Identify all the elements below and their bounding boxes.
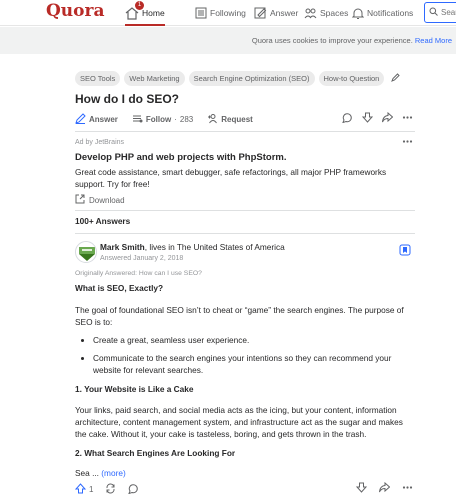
people-icon: [304, 7, 317, 19]
upvote-button[interactable]: 1: [74, 482, 94, 496]
originally-answered[interactable]: Originally Answered: How can I use SEO?: [75, 270, 202, 277]
following-icon: [195, 7, 207, 19]
more-link[interactable]: (more): [101, 468, 125, 478]
cookie-message: Quora uses cookies to improve your exper…: [251, 36, 413, 45]
section-divider: [75, 233, 415, 234]
list-item: Create a great, seamless user experience…: [93, 334, 413, 346]
topic-tag[interactable]: Search Engine Optimization (SEO): [188, 71, 315, 86]
edit-topics-icon[interactable]: [391, 73, 401, 84]
nav-home[interactable]: 1 Home: [125, 0, 165, 26]
ad-more-options-icon[interactable]: [402, 136, 413, 149]
answer-teaser: Sea ... (more): [75, 467, 413, 479]
answer-paragraph: Your links, paid search, and social medi…: [75, 405, 403, 439]
topic-tag[interactable]: Web Marketing: [124, 71, 185, 86]
topic-tag[interactable]: How-to Question: [318, 71, 385, 86]
pencil-icon: [75, 112, 86, 126]
answer-right-actions: [355, 481, 413, 495]
ad-download-button[interactable]: Download: [75, 194, 125, 206]
active-tab-indicator: [125, 24, 165, 26]
quora-logo[interactable]: Quora: [46, 1, 104, 21]
nav-notifications-label: Notifications: [367, 8, 414, 18]
external-link-icon: [75, 194, 85, 206]
list-item: Communicate to the search engines your i…: [93, 352, 413, 376]
reshare-icon: [105, 483, 116, 496]
request-button[interactable]: Request: [207, 113, 253, 126]
bookmark-icon[interactable]: [399, 244, 411, 258]
author-line: Mark Smith, lives in The United States o…: [100, 242, 285, 252]
answer-bullet-list: Create a great, seamless user experience…: [93, 334, 413, 382]
request-label: Request: [221, 114, 253, 124]
answers-count: 100+ Answers: [75, 216, 131, 226]
follow-icon: [132, 113, 143, 126]
nav-answer-label: Answer: [270, 8, 299, 18]
author-credential: , lives in The United States of America: [144, 242, 285, 252]
share-icon[interactable]: [379, 481, 391, 495]
topic-tag[interactable]: SEO Tools: [75, 71, 121, 86]
follow-button[interactable]: Follow · 283: [132, 113, 193, 126]
pencil-square-icon: [254, 7, 267, 19]
downvote-icon[interactable]: [355, 482, 368, 495]
follow-count: 283: [179, 114, 194, 124]
notification-badge: 1: [135, 1, 144, 10]
ad-body: Great code assistance, smart debugger, s…: [75, 167, 387, 189]
answer-label: Answer: [89, 114, 118, 124]
question-title[interactable]: How do I do SEO?: [75, 92, 179, 106]
nav-following-label: Following: [210, 8, 246, 18]
read-more-link[interactable]: Read More: [415, 36, 452, 45]
topic-list: SEO Tools Web Marketing Search Engine Op…: [75, 71, 401, 86]
more-options-icon[interactable]: [402, 482, 413, 495]
nav-notifications[interactable]: Notifications: [352, 0, 413, 26]
answer-button[interactable]: Answer: [75, 112, 118, 126]
download-label: Download: [89, 195, 125, 205]
nav-home-label: Home: [142, 8, 165, 18]
ad-sponsor: Ad by JetBrains: [75, 139, 125, 146]
answer-heading: What is SEO, Exactly?: [75, 283, 164, 293]
bell-icon: [352, 7, 364, 20]
nav-spaces-label: Spaces: [320, 8, 349, 18]
answer-heading: 1. Your Website is Like a Cake: [75, 384, 194, 394]
answered-date[interactable]: Answered January 2, 2018: [100, 255, 183, 262]
reshare-button[interactable]: [105, 483, 116, 496]
author-name[interactable]: Mark Smith: [100, 242, 145, 252]
follow-separator: ·: [174, 114, 177, 124]
answer-heading: 2. What Search Engines Are Looking For: [75, 448, 236, 458]
comment-button[interactable]: [128, 483, 139, 496]
avatar[interactable]: [75, 241, 97, 263]
add-person-icon: [207, 113, 218, 126]
nav-answer[interactable]: Answer: [254, 0, 298, 26]
comment-icon[interactable]: [342, 112, 353, 125]
search-input[interactable]: [441, 8, 456, 17]
question-actions: Answer Follow · 283 Request: [75, 110, 415, 128]
search-box[interactable]: [424, 2, 456, 23]
follow-label: Follow: [145, 114, 172, 124]
section-divider: [75, 131, 415, 132]
search-icon: [429, 7, 438, 18]
ad-title[interactable]: Develop PHP and web projects with PhpSto…: [75, 152, 287, 163]
top-navigation-bar: Quora 1 Home Following Answer Spaces Not…: [0, 0, 456, 26]
upvote-icon: [74, 482, 87, 496]
nav-following[interactable]: Following: [195, 0, 246, 26]
more-options-icon[interactable]: [402, 112, 413, 125]
comment-icon: [128, 483, 139, 496]
section-divider: [75, 210, 415, 211]
teaser-text: Sea ...: [75, 468, 99, 478]
downvote-icon[interactable]: [361, 112, 374, 125]
share-icon[interactable]: [382, 111, 394, 125]
cookie-text: Quora uses cookies to improve your exper…: [252, 36, 452, 45]
nav-spaces[interactable]: Spaces: [304, 0, 348, 26]
answer-actions: 1: [74, 481, 415, 496]
question-right-actions: [342, 111, 413, 125]
answer-paragraph: The goal of foundational SEO isn’t to ch…: [75, 305, 404, 327]
upvote-count: 1: [89, 484, 94, 494]
cookie-banner: Quora uses cookies to improve your exper…: [0, 27, 456, 54]
